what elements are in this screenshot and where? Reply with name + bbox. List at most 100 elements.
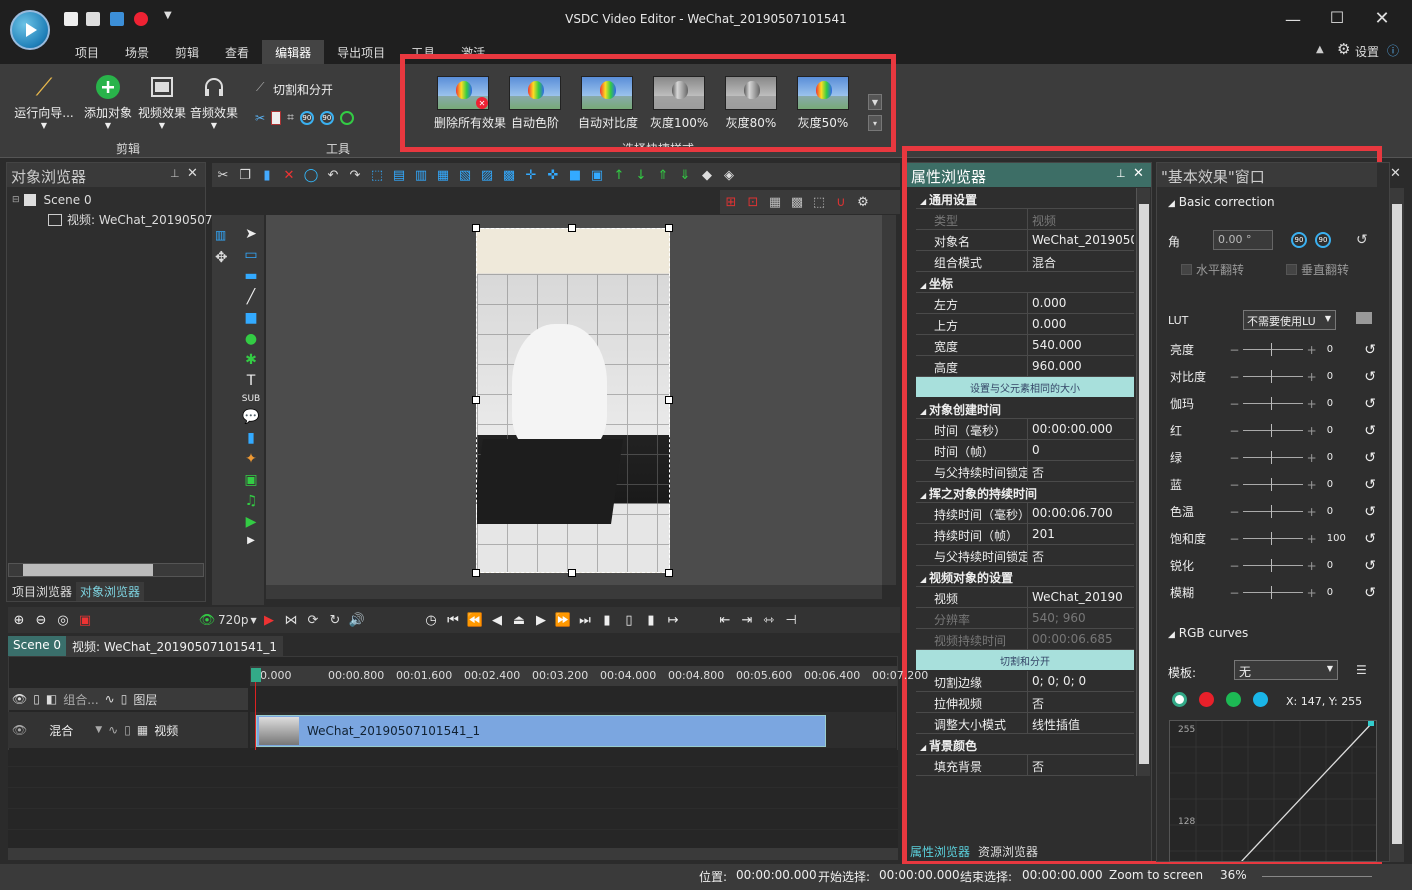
fill-icon[interactable]: ▣ (587, 166, 607, 184)
move-down-icon[interactable]: ↓ (631, 166, 651, 184)
tab-1[interactable]: 场景 (112, 40, 162, 64)
play-preview-icon[interactable]: ▶ (259, 611, 279, 629)
adjust-slider[interactable] (1243, 586, 1303, 599)
delete-icon[interactable]: ✕ (279, 166, 299, 184)
adjust-slider[interactable] (1243, 343, 1303, 356)
tab-object-explorer[interactable]: 对象浏览器 (76, 582, 145, 601)
property-value[interactable]: 视频 (1028, 209, 1134, 229)
property-row[interactable]: 分辨率 540; 960 (916, 608, 1134, 629)
audio-effects-button[interactable]: 音频效果 ▼ (188, 70, 240, 130)
redo-icon[interactable]: ↷ (345, 166, 365, 184)
minus-icon[interactable]: − (1229, 343, 1239, 357)
animation-tool-icon[interactable]: ✦ (245, 451, 257, 467)
quick-style-0[interactable]: ✕ 删除所有效果 (434, 76, 506, 131)
tree-video[interactable]: 视频: WeChat_20190507 (48, 211, 213, 228)
paste-icon[interactable]: ▮ (257, 166, 277, 184)
tab-6[interactable]: 工具 (398, 40, 448, 64)
property-value[interactable]: 否 (1028, 461, 1134, 481)
adjust-value[interactable]: 0 (1327, 587, 1361, 598)
remove-track-icon[interactable]: ⊖ (31, 611, 51, 629)
property-value[interactable]: 否 (1028, 545, 1134, 565)
property-row[interactable]: 时间（毫秒） 00:00:00.000 (916, 419, 1134, 440)
center-h-icon[interactable]: ✛ (521, 166, 541, 184)
minus-icon[interactable]: − (1229, 505, 1239, 519)
reset-icon[interactable]: ↺ (1364, 531, 1376, 547)
curve-channel-1[interactable] (1199, 692, 1214, 707)
tab-properties[interactable]: 属性浏览器 (908, 842, 972, 861)
quick-style-5[interactable]: 灰度50% (794, 76, 852, 131)
reset-icon[interactable]: ↺ (1364, 396, 1376, 412)
object-explorer-scrollbar[interactable] (8, 563, 204, 577)
plus-icon[interactable]: + (1307, 451, 1317, 465)
collapse-ribbon-icon[interactable]: ▲ (1316, 44, 1324, 55)
plus-icon[interactable]: + (1307, 559, 1317, 573)
section-general[interactable]: ◢ 通用设置 (916, 188, 1134, 209)
property-row[interactable]: 与父持续时间锁定否 (916, 461, 1134, 482)
adjust-slider[interactable] (1243, 559, 1303, 572)
properties-close-icon[interactable]: ✕ (1133, 166, 1144, 181)
minus-icon[interactable]: − (1229, 559, 1239, 573)
maximize-icon[interactable]: ☐ (1327, 8, 1347, 27)
property-row[interactable]: 切割边缘 0; 0; 0; 0 (916, 671, 1134, 692)
to-start-icon[interactable]: ⏮ (443, 611, 463, 629)
quick-style-3[interactable]: 灰度100% (650, 76, 708, 131)
tab-3[interactable]: 查看 (212, 40, 262, 64)
curve-channel-2[interactable] (1226, 692, 1241, 707)
property-value[interactable]: 201 (1028, 524, 1134, 544)
resize-handle[interactable] (472, 224, 480, 232)
info-icon[interactable]: ⓘ (1387, 42, 1399, 59)
send-back-icon[interactable]: ⇓ (675, 166, 695, 184)
align-middle-icon[interactable]: ▨ (477, 166, 497, 184)
section-bg[interactable]: ◢ 背景颜色 (916, 734, 1134, 755)
playhead-handle[interactable] (251, 668, 261, 682)
blend-icon[interactable]: ◧ (46, 692, 57, 706)
safe-area-icon[interactable]: ⬚ (809, 193, 829, 211)
fit-icon[interactable]: ■ (565, 166, 585, 184)
to-end-icon[interactable]: ⏭ (575, 611, 595, 629)
add-track-icon[interactable]: ⊕ (9, 611, 29, 629)
chevron-down-icon[interactable]: ▼ (95, 725, 102, 735)
minus-icon[interactable]: − (1229, 370, 1239, 384)
layers-object-icon[interactable]: ▬ (244, 268, 257, 284)
minus-icon[interactable]: − (1229, 424, 1239, 438)
minus-icon[interactable]: − (1229, 532, 1239, 546)
next-frame-icon[interactable]: ⏩ (553, 611, 573, 629)
scissors-icon[interactable]: ✂ (255, 111, 265, 125)
resize-handle[interactable] (568, 569, 576, 577)
curve-channel-0[interactable] (1172, 692, 1187, 707)
property-value[interactable]: 0.000 (1028, 314, 1134, 334)
flip-horizontal-checkbox[interactable]: 水平翻转 (1181, 261, 1244, 278)
plus-icon[interactable]: + (1307, 505, 1317, 519)
grid-icon[interactable]: ▦ (765, 193, 785, 211)
move-tool-icon[interactable]: ✥ (215, 248, 228, 266)
adjust-value[interactable]: 0 (1327, 506, 1361, 517)
select-circle-icon[interactable]: ◯ (301, 166, 321, 184)
property-row[interactable]: 对象名WeChat_20190507 (916, 230, 1134, 251)
minus-icon[interactable]: − (1229, 397, 1239, 411)
stop-icon[interactable]: ⏏ (509, 611, 529, 629)
reset-icon[interactable]: ↺ (1364, 342, 1376, 358)
angle-input[interactable]: 0.00 ° (1213, 230, 1273, 250)
gallery-more-icon[interactable]: ▾ (868, 115, 882, 131)
freeform-tool-icon[interactable]: ✱ (245, 352, 257, 368)
property-row[interactable]: 视频 WeChat_20190 (916, 587, 1134, 608)
close-icon[interactable]: ✕ (1372, 8, 1392, 29)
pointer-icon[interactable]: ➤ (245, 226, 257, 242)
property-value[interactable]: 0 (1028, 440, 1134, 460)
rotate-cw-90-icon[interactable]: 90 (1315, 232, 1331, 248)
ungroup-icon[interactable]: ◈ (719, 166, 739, 184)
callout-tool-icon[interactable]: 💬 (242, 409, 259, 425)
template-list-icon[interactable]: ☰ (1356, 663, 1367, 677)
video-clip[interactable]: WeChat_20190507101541_1 (256, 715, 826, 747)
tree-scene[interactable]: ⊟ Scene 0 (12, 193, 92, 207)
section-video[interactable]: ◢ 视频对象的设置 (916, 566, 1134, 587)
line-tool-icon[interactable]: ╱ (247, 289, 255, 305)
adjust-slider[interactable] (1243, 532, 1303, 545)
resize-handle[interactable] (568, 224, 576, 232)
property-value[interactable]: 00:00:06.685 (1028, 629, 1134, 649)
minimize-icon[interactable]: — (1283, 10, 1303, 29)
property-row[interactable]: 高度 960.000 (916, 356, 1134, 377)
property-value[interactable]: 否 (1028, 692, 1134, 712)
rotate-more-icon[interactable] (339, 110, 354, 125)
plus-icon[interactable]: + (1307, 532, 1317, 546)
